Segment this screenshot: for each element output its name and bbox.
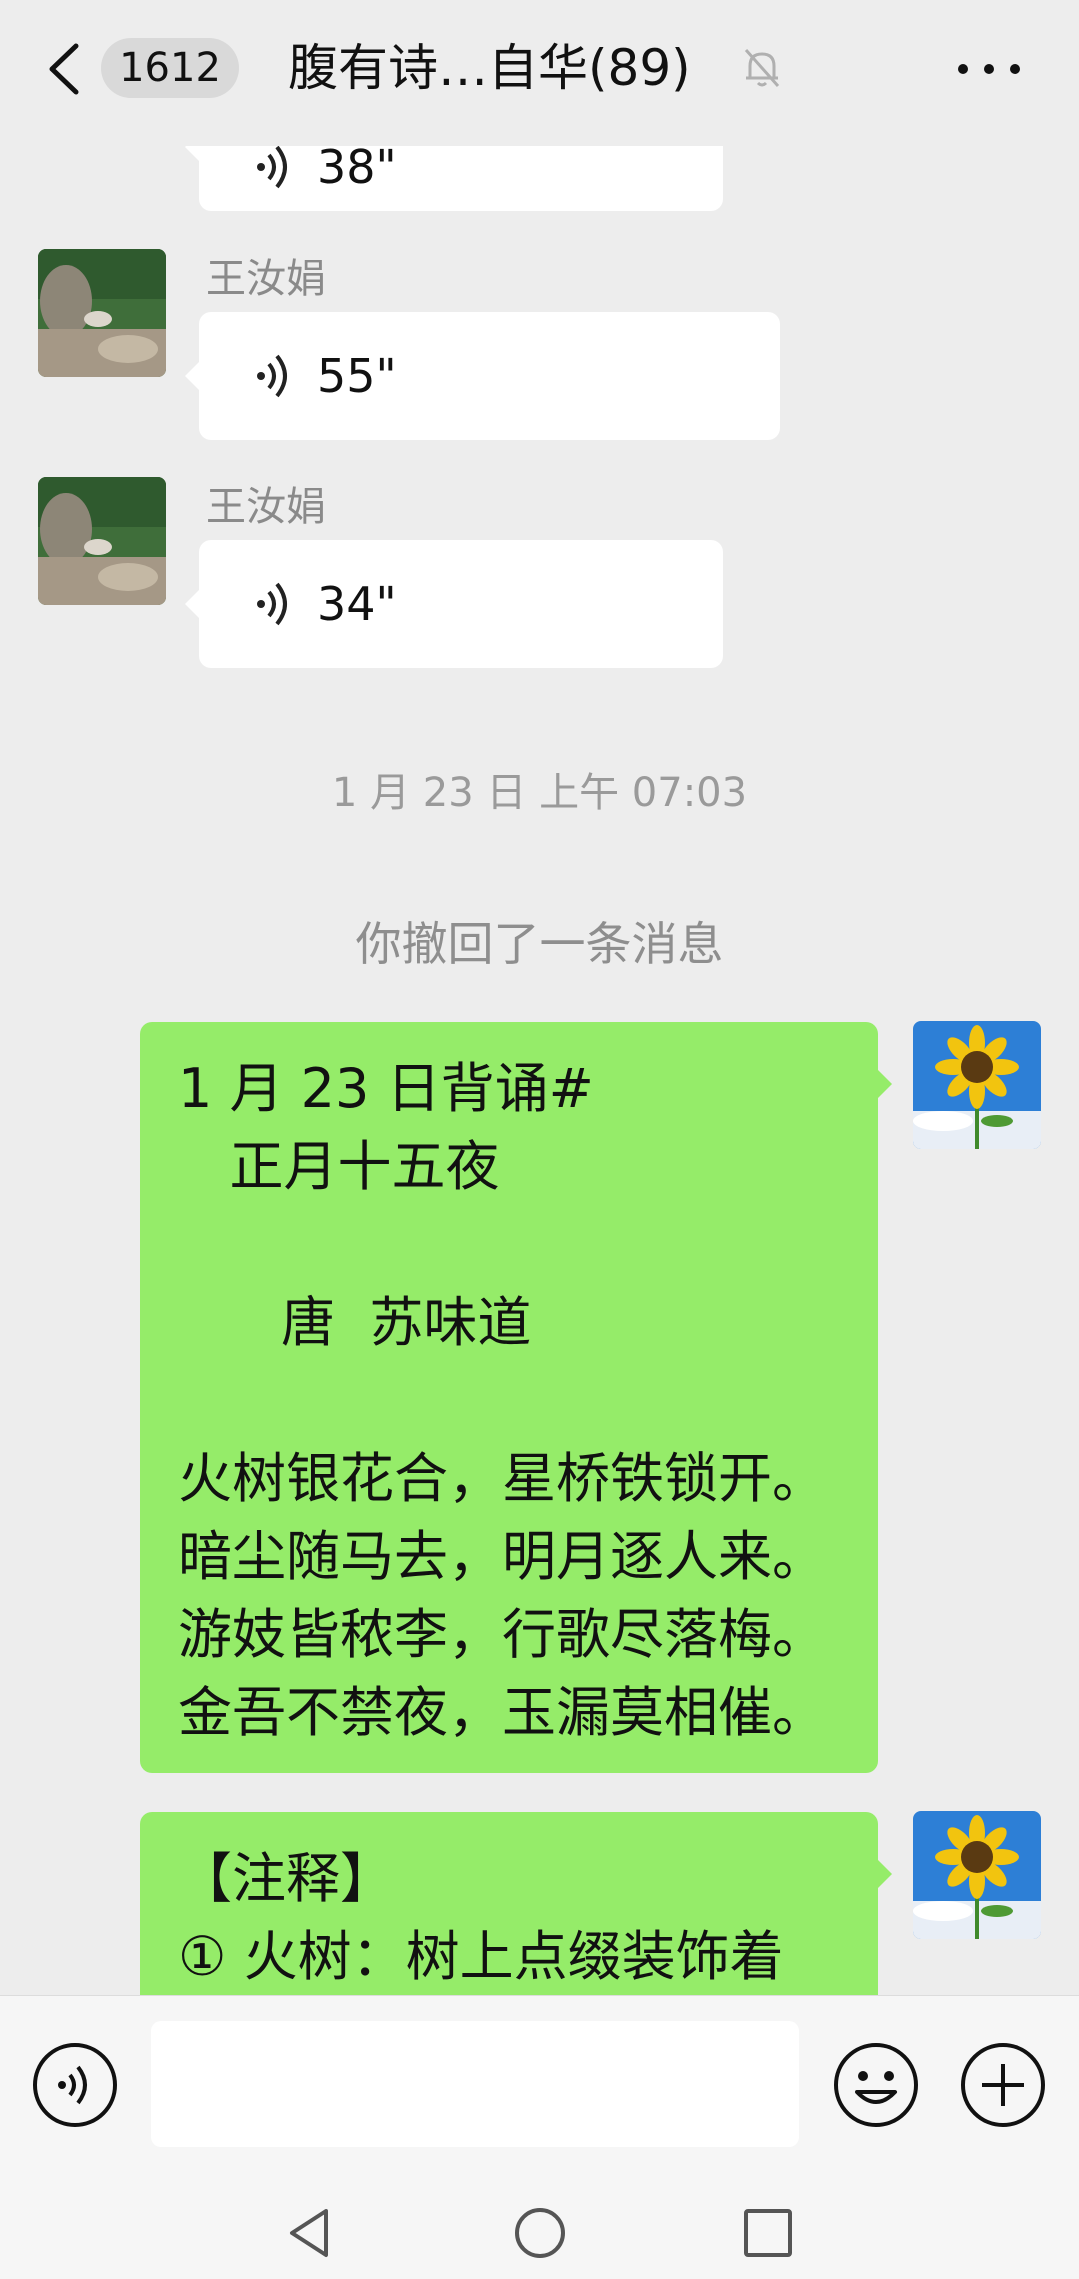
poem-line (178, 1362, 878, 1440)
chat-header: 1612 腹有诗…自华(89) (0, 0, 1079, 146)
self-avatar[interactable] (913, 1021, 1041, 1149)
poem-line (178, 1206, 878, 1284)
input-bar (0, 1995, 1079, 2186)
sender-avatar[interactable] (38, 249, 166, 377)
sender-avatar[interactable] (38, 477, 166, 605)
voice-duration: 55" (317, 349, 397, 403)
voice-wave-icon (257, 354, 287, 398)
bell-muted-icon (744, 49, 780, 87)
unread-count-badge[interactable]: 1612 (101, 38, 239, 98)
message-input[interactable] (151, 2021, 799, 2147)
poem-line: 火树银花合，星桥铁锁开。 (178, 1447, 826, 1510)
voice-message-bubble[interactable]: 55" (185, 312, 780, 440)
note-line: 【注释】 (178, 1847, 394, 1910)
back-arrow-icon[interactable] (38, 36, 98, 102)
message-list[interactable]: 38" 王汝娟 55" 王汝娟 34" 1 月 23 日 上午 07:03 你撤… (0, 0, 1079, 1995)
poem-line: 游妓皆秾李，行歌尽落梅。 (178, 1603, 826, 1666)
voice-message-bubble[interactable]: 34" (185, 540, 723, 668)
nav-back-icon[interactable] (282, 2205, 338, 2261)
system-nav-bar (0, 2185, 1079, 2279)
plus-icon[interactable] (960, 2042, 1046, 2128)
voice-mode-icon[interactable] (32, 2042, 118, 2128)
voice-duration: 34" (317, 577, 397, 631)
note-line: ① 火树：树上点缀装饰着 (178, 1925, 784, 1988)
self-avatar[interactable] (913, 1811, 1041, 1939)
poem-line: 暗尘随马去，明月逐人来。 (178, 1525, 826, 1588)
recall-notice: 你撤回了一条消息 (355, 917, 724, 971)
poem-line: 唐 苏味道 (178, 1291, 532, 1354)
sender-name: 王汝娟 (206, 256, 326, 302)
voice-wave-icon (257, 145, 287, 189)
poem-line: 1 月 23 日背诵# (178, 1057, 594, 1120)
nav-recents-icon[interactable] (740, 2205, 796, 2261)
sender-name: 王汝娟 (206, 484, 326, 530)
poem-line: 金吾不禁夜，玉漏莫相催。 (178, 1681, 826, 1744)
message-timestamp: 1 月 23 日 上午 07:03 (331, 770, 748, 816)
nav-home-icon[interactable] (512, 2205, 568, 2261)
voice-duration: 38" (317, 140, 397, 194)
chat-title[interactable]: 腹有诗…自华(89) (288, 30, 691, 106)
more-dots-icon[interactable] (954, 54, 1024, 84)
note-message-bubble[interactable]: 【注释】 ① 火树：树上点缀装饰着 (140, 1812, 892, 1995)
voice-wave-icon (257, 582, 287, 626)
poem-message-bubble[interactable]: 1 月 23 日背诵# 正月十五夜 唐 苏味道 火树银花合，星桥铁锁开。 暗尘随… (140, 1022, 892, 1773)
poem-line: 正月十五夜 (178, 1135, 500, 1198)
emoji-icon[interactable] (833, 2042, 919, 2128)
